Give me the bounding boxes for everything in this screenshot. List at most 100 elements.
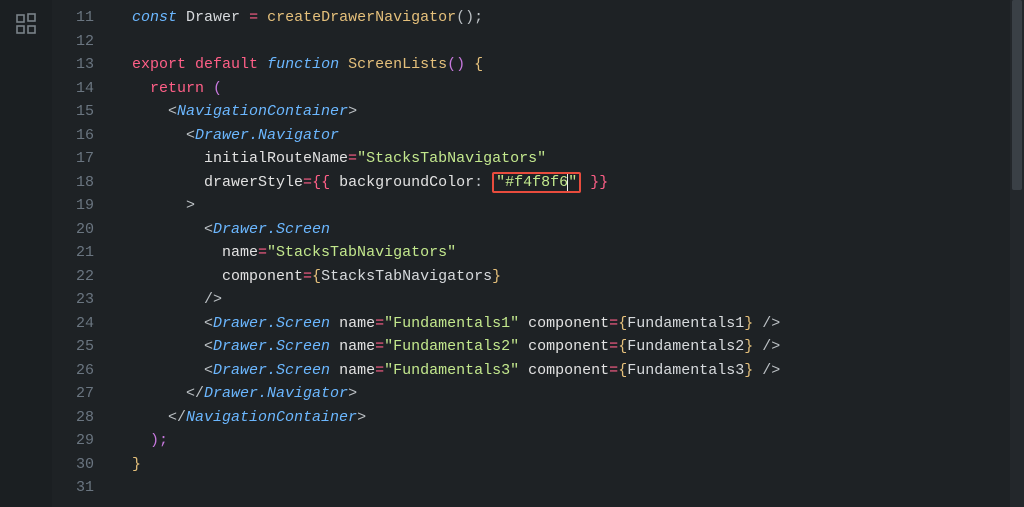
operator: =: [375, 362, 384, 379]
code-line[interactable]: <NavigationContainer>: [112, 100, 1024, 124]
brace: }: [744, 362, 753, 379]
angle-open: </: [168, 409, 186, 426]
extensions-icon[interactable]: [14, 12, 38, 36]
code-line[interactable]: <Drawer.Navigator: [112, 124, 1024, 148]
jsx-component: Drawer.Screen: [213, 338, 330, 355]
identifier: Fundamentals3: [627, 362, 744, 379]
operator: =: [375, 315, 384, 332]
string-value: #f4f8f6: [505, 174, 568, 191]
code-line[interactable]: <Drawer.Screen name="Fundamentals2" comp…: [112, 335, 1024, 359]
line-number: 22: [52, 265, 94, 289]
angle-close: >: [348, 385, 357, 402]
code-line[interactable]: <Drawer.Screen name="Fundamentals3" comp…: [112, 359, 1024, 383]
code-line[interactable]: [112, 30, 1024, 54]
operator: =: [249, 9, 258, 26]
string: "StacksTabNavigators": [357, 150, 546, 167]
angle-open: </: [186, 385, 204, 402]
string: "Fundamentals3": [384, 362, 519, 379]
jsx-attr: initialRouteName: [204, 150, 348, 167]
brace: {: [618, 338, 627, 355]
quote: ": [568, 174, 577, 191]
jsx-component: NavigationContainer: [177, 103, 348, 120]
code-line[interactable]: [112, 476, 1024, 500]
line-number: 29: [52, 429, 94, 453]
code-line[interactable]: </Drawer.Navigator>: [112, 382, 1024, 406]
colon: :: [474, 174, 483, 191]
line-number: 31: [52, 476, 94, 500]
angle-open: <: [204, 315, 213, 332]
brace-close: }: [132, 456, 141, 473]
jsx-attr: drawerStyle: [204, 174, 303, 191]
line-number: 27: [52, 382, 94, 406]
code-line[interactable]: initialRouteName="StacksTabNavigators": [112, 147, 1024, 171]
line-number: 24: [52, 312, 94, 336]
code-line[interactable]: }: [112, 453, 1024, 477]
line-number: 15: [52, 100, 94, 124]
code-line[interactable]: return (: [112, 77, 1024, 101]
object-key: backgroundColor: [339, 174, 474, 191]
code-line[interactable]: export default function ScreenLists() {: [112, 53, 1024, 77]
paren: (): [447, 56, 465, 73]
vertical-scrollbar[interactable]: T: [1010, 0, 1024, 507]
activity-bar: [0, 0, 52, 507]
line-number: 14: [52, 77, 94, 101]
operator: =: [609, 362, 618, 379]
jsx-attr: component: [528, 315, 609, 332]
code-line[interactable]: );: [112, 429, 1024, 453]
line-number: 23: [52, 288, 94, 312]
self-close: />: [204, 291, 222, 308]
code-line[interactable]: />: [112, 288, 1024, 312]
brace: {: [474, 56, 483, 73]
jsx-component: Drawer.Screen: [213, 221, 330, 238]
code-editor: 11 12 13 14 15 16 17 18 19 20 21 22 23 2…: [0, 0, 1024, 507]
angle-close: >: [348, 103, 357, 120]
jsx-component: Drawer.Screen: [213, 315, 330, 332]
function-name: ScreenLists: [348, 56, 447, 73]
operator: =: [258, 244, 267, 261]
line-number: 21: [52, 241, 94, 265]
line-number: 19: [52, 194, 94, 218]
angle-close: >: [357, 409, 366, 426]
angle-open: <: [204, 221, 213, 238]
annotation-box: "#f4f8f6": [492, 172, 581, 193]
scrollbar-thumb[interactable]: [1012, 0, 1022, 190]
brace: }}: [590, 174, 608, 191]
code-line[interactable]: const Drawer = createDrawerNavigator();: [112, 6, 1024, 30]
code-line[interactable]: drawerStyle={{ backgroundColor: "#f4f8f6…: [112, 171, 1024, 195]
code-line[interactable]: component={StacksTabNavigators}: [112, 265, 1024, 289]
jsx-component: Drawer.Navigator: [204, 385, 348, 402]
string: "Fundamentals1": [384, 315, 519, 332]
line-number: 11: [52, 6, 94, 30]
code-line[interactable]: >: [112, 194, 1024, 218]
code-line[interactable]: </NavigationContainer>: [112, 406, 1024, 430]
code-line[interactable]: <Drawer.Screen name="Fundamentals1" comp…: [112, 312, 1024, 336]
line-number: 12: [52, 30, 94, 54]
keyword-return: return: [150, 80, 204, 97]
operator: =: [303, 174, 312, 191]
operator: =: [348, 150, 357, 167]
keyword-export: export: [132, 56, 186, 73]
string: "Fundamentals2": [384, 338, 519, 355]
identifier: Fundamentals2: [627, 338, 744, 355]
self-close: />: [762, 315, 780, 332]
brace: {: [312, 268, 321, 285]
brace: }: [744, 315, 753, 332]
line-number: 25: [52, 335, 94, 359]
code-line[interactable]: <Drawer.Screen: [112, 218, 1024, 242]
brace: }: [744, 338, 753, 355]
jsx-component: Drawer.Screen: [213, 362, 330, 379]
keyword-const: const: [132, 9, 177, 26]
code-line[interactable]: name="StacksTabNavigators": [112, 241, 1024, 265]
identifier: StacksTabNavigators: [321, 268, 492, 285]
line-number: 26: [52, 359, 94, 383]
quote: ": [496, 174, 505, 191]
line-number: 20: [52, 218, 94, 242]
line-number: 18: [52, 171, 94, 195]
keyword-function: function: [267, 56, 339, 73]
jsx-attr: name: [339, 338, 375, 355]
code-content[interactable]: const Drawer = createDrawerNavigator(); …: [112, 0, 1024, 507]
angle-open: <: [204, 362, 213, 379]
brace: {{: [312, 174, 330, 191]
jsx-attr: component: [528, 338, 609, 355]
line-number: 16: [52, 124, 94, 148]
